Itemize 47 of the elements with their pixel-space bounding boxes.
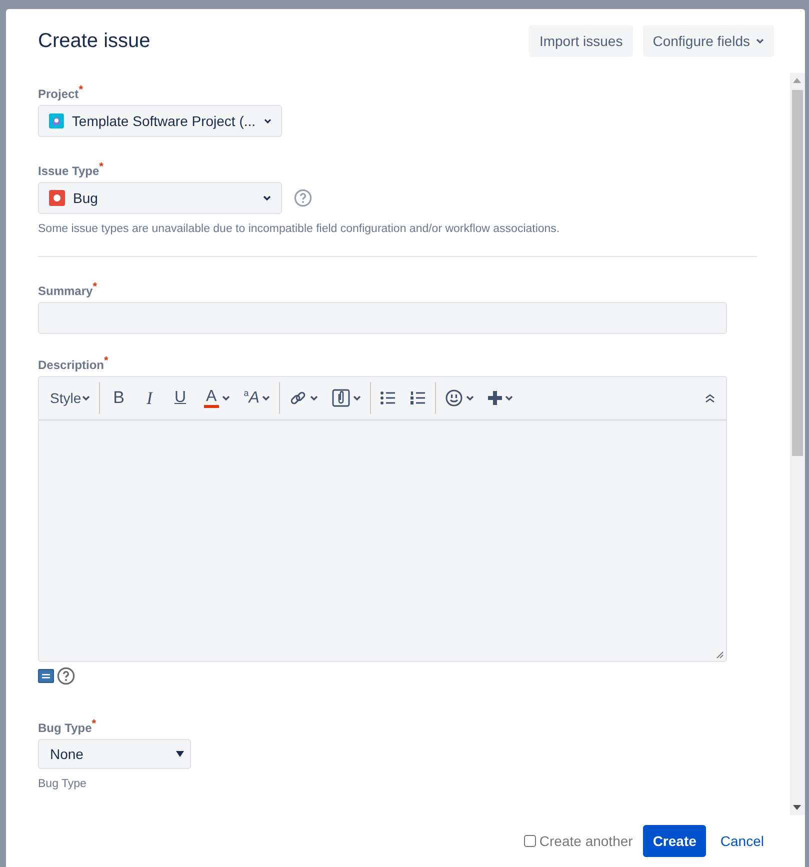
create-button[interactable]: Create xyxy=(642,825,706,857)
project-select[interactable]: Template Software Project (... xyxy=(38,105,282,137)
issue-type-select[interactable]: Bug xyxy=(38,182,282,214)
underline-button[interactable]: U xyxy=(164,383,196,413)
required-mark: * xyxy=(78,84,83,96)
summary-field[interactable] xyxy=(38,302,727,334)
scrollbar[interactable] xyxy=(790,73,805,815)
attachment-icon xyxy=(332,389,350,407)
text-size-button[interactable]: $^{a}$A xyxy=(238,383,276,413)
scroll-down-icon[interactable] xyxy=(793,805,801,810)
dropdown-arrow-icon xyxy=(176,751,184,757)
link-icon xyxy=(289,389,308,407)
field-description: Some issue types are unavailable due to incompatible field configuration and/or workflow associations. xyxy=(38,222,561,236)
required-mark: * xyxy=(92,718,96,730)
plus-icon xyxy=(488,391,502,405)
field-label: Description xyxy=(38,358,104,372)
field-label: Summary xyxy=(38,284,93,298)
field-description: Bug Type xyxy=(38,777,88,791)
bug-type-icon xyxy=(49,190,65,206)
emoticon-icon xyxy=(445,389,464,407)
cancel-link[interactable]: Cancel xyxy=(716,833,772,849)
field-label: Bug Type xyxy=(38,721,92,735)
configure-fields-button[interactable]: Configure fields xyxy=(642,25,774,57)
numbered-list-icon xyxy=(410,391,426,405)
italic-button[interactable]: I xyxy=(136,383,162,413)
text-mode-icon[interactable] xyxy=(38,669,54,683)
bullet-list-icon xyxy=(380,391,396,405)
create-another-label: Create another xyxy=(539,833,633,849)
caret-icon xyxy=(263,195,271,201)
help-icon[interactable] xyxy=(57,667,75,685)
bold-button[interactable]: B xyxy=(103,383,134,413)
color-button[interactable]: A xyxy=(198,383,236,413)
resize-grip-icon[interactable] xyxy=(716,651,724,659)
dialog-title: Create issue xyxy=(38,30,152,52)
help-icon[interactable] xyxy=(294,189,312,207)
import-issues-button[interactable]: Import issues xyxy=(529,25,633,57)
required-mark: * xyxy=(99,161,104,173)
project-avatar-icon xyxy=(49,113,64,129)
field-label: Project xyxy=(38,87,79,101)
field-label: Issue Type xyxy=(38,164,100,178)
bug-type-select[interactable]: None xyxy=(38,739,191,769)
style-menu-button[interactable]: Style xyxy=(43,383,96,413)
collapse-icon xyxy=(704,393,716,403)
required-mark: * xyxy=(104,355,108,367)
required-mark: * xyxy=(92,281,97,293)
caret-icon xyxy=(264,118,271,124)
create-another-checkbox[interactable] xyxy=(524,835,536,847)
